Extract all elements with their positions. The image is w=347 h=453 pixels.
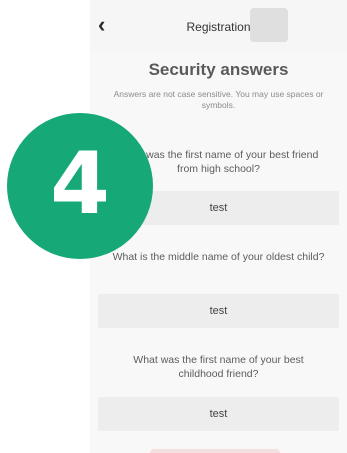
security-answer-2[interactable]: test: [98, 294, 339, 328]
step-badge: 4: [7, 113, 153, 259]
page-title: Registration: [186, 20, 251, 34]
step-number: 4: [50, 134, 110, 234]
security-question-2: What is the middle name of your oldest c…: [112, 251, 325, 263]
submit-button-hint: [150, 449, 280, 453]
security-question-3: What was the first name of your best chi…: [133, 354, 304, 380]
section-heading: Security answers: [148, 60, 289, 79]
helper-text: Answers are not case sensitive. You may …: [113, 89, 324, 110]
nav-bar: ‹ Registration: [90, 0, 347, 52]
security-answer-3[interactable]: test: [98, 397, 339, 431]
